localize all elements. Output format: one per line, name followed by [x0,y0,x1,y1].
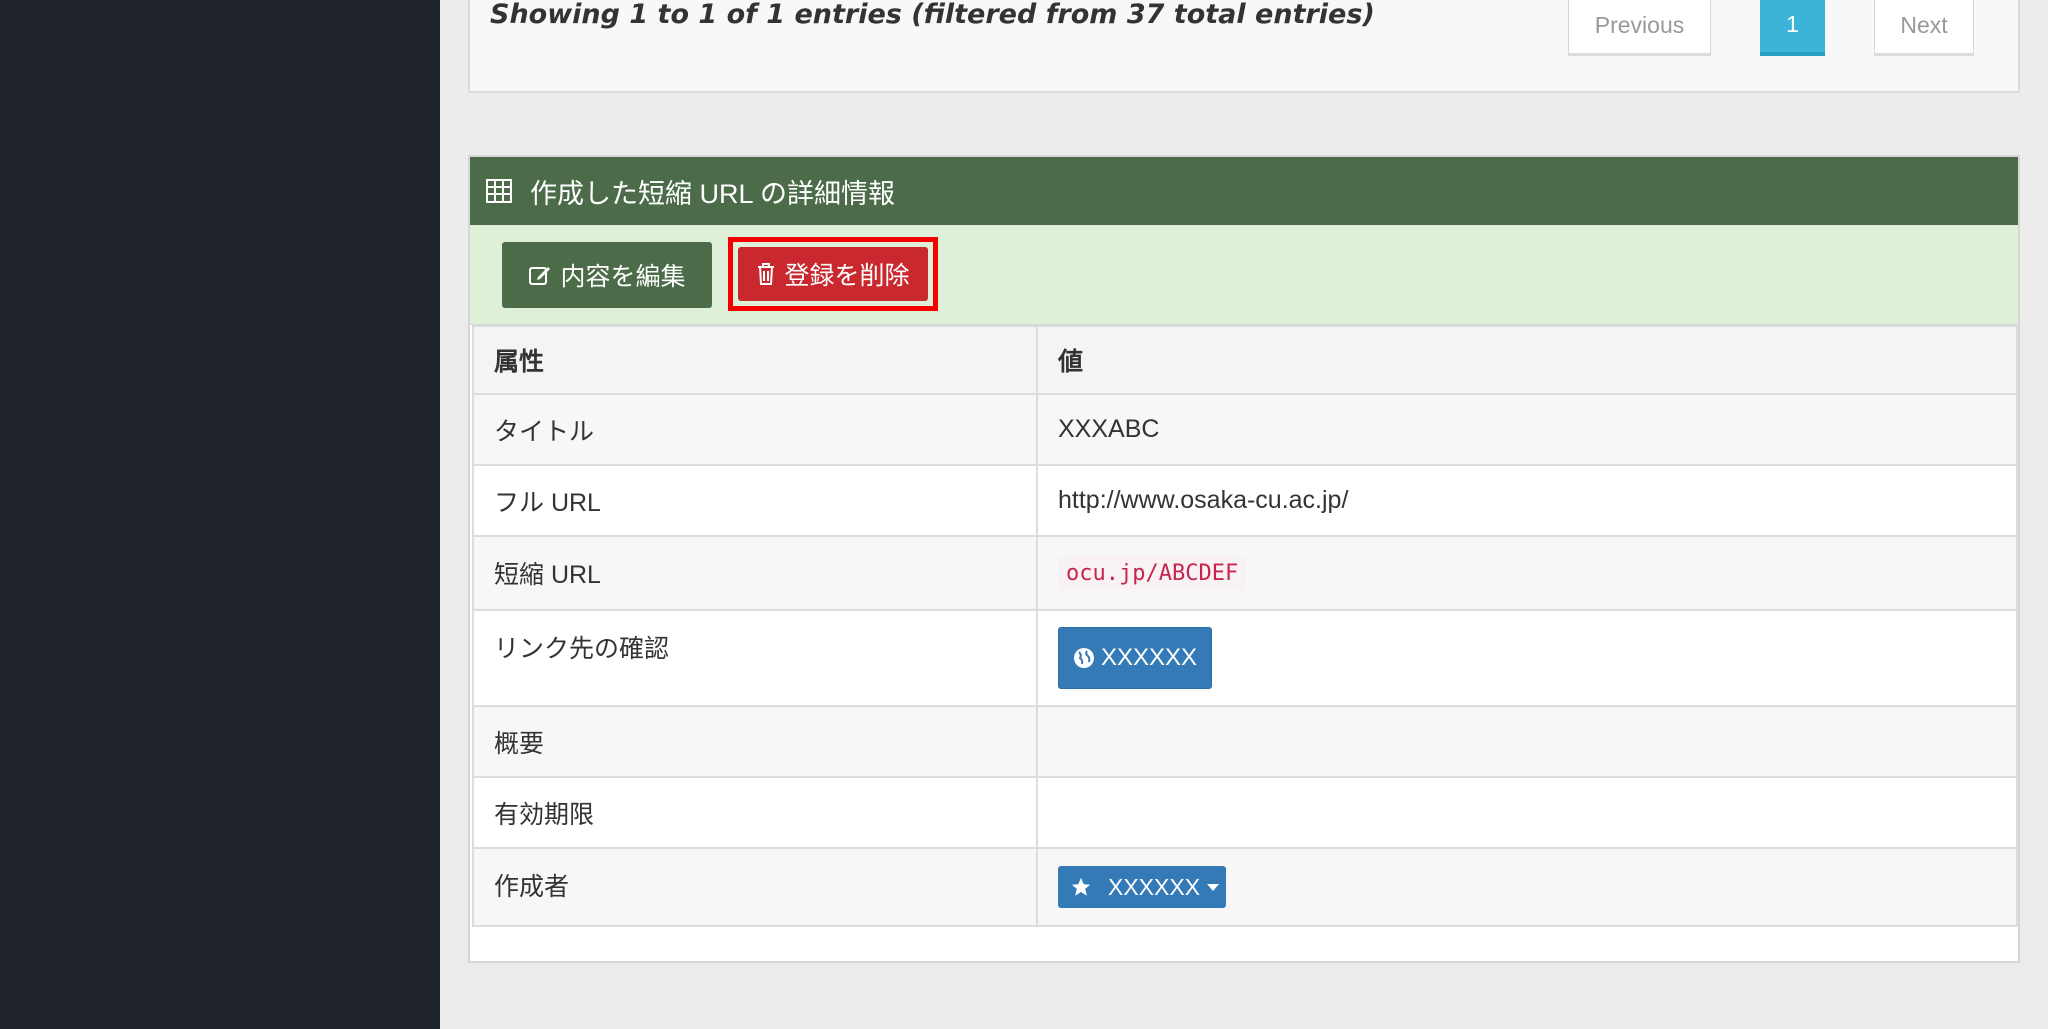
delete-button[interactable]: 登録を削除 [738,247,928,301]
column-header-attribute: 属性 [472,325,1038,395]
row-label-expiry: 有効期限 [472,776,1038,849]
row-value-link-check-cell: XXXXXX [1036,609,2018,707]
edit-icon [529,267,551,285]
table-row: リンク先の確認 XXXXXX [472,609,2018,707]
row-label-creator: 作成者 [472,847,1038,927]
row-label-full-url: フル URL [472,464,1038,537]
row-value-creator-cell: XXXXXX [1036,847,2018,927]
row-value-full-url: http://www.osaka-cu.ac.jp/ [1036,464,2018,537]
table-icon [486,179,512,203]
table-row: タイトル XXXABC [472,393,2018,466]
detail-table: 属性 値 タイトル XXXABC フル URL http://www.osaka… [472,325,2018,927]
row-label-summary: 概要 [472,705,1038,778]
delete-button-highlight: 登録を削除 [728,237,938,311]
panel-header: 作成した短縮 URL の詳細情報 [470,157,2018,225]
previous-page-button[interactable]: Previous [1568,0,1711,56]
open-link-button[interactable]: XXXXXX [1058,627,1212,689]
column-header-value: 値 [1036,325,2018,395]
row-label-link-check: リンク先の確認 [472,609,1038,707]
delete-button-label: 登録を削除 [784,262,910,290]
star-icon [1071,877,1091,896]
open-link-button-label: XXXXXX [1100,644,1198,671]
row-value-title: XXXABC [1036,393,2018,466]
globe-icon [1073,648,1094,668]
table-row: 概要 [472,705,2018,778]
table-row: 作成者 XXXXXX [472,847,2018,927]
row-value-summary [1036,705,2018,778]
creator-dropdown-button[interactable]: XXXXXX [1058,866,1226,908]
short-url-detail-panel: 作成した短縮 URL の詳細情報 内容を編集 登録を削除 属性 値 タイトル X… [468,155,2020,963]
row-value-expiry [1036,776,2018,849]
table-row: 短縮 URL ocu.jp/ABCDEF [472,535,2018,611]
edit-button-label: 内容を編集 [560,263,686,291]
trash-icon [758,263,775,285]
row-label-short-url: 短縮 URL [472,535,1038,611]
table-row: 有効期限 [472,776,2018,849]
edit-button[interactable]: 内容を編集 [502,242,712,308]
sidebar [0,0,440,1029]
entries-info: Showing 1 to 1 of 1 entries (filtered fr… [490,0,1375,30]
creator-name: XXXXXX [1108,873,1201,900]
short-url-code: ocu.jp/ABCDEF [1058,556,1247,590]
caret-down-icon [1207,884,1220,891]
page-1-button[interactable]: 1 [1760,0,1825,56]
row-label-title: タイトル [472,393,1038,466]
panel-title: 作成した短縮 URL の詳細情報 [530,178,896,209]
table-row: フル URL http://www.osaka-cu.ac.jp/ [472,464,2018,537]
row-value-short-url-cell: ocu.jp/ABCDEF [1036,535,2018,611]
action-toolbar: 内容を編集 登録を削除 [470,225,2018,325]
next-page-button[interactable]: Next [1874,0,1974,56]
